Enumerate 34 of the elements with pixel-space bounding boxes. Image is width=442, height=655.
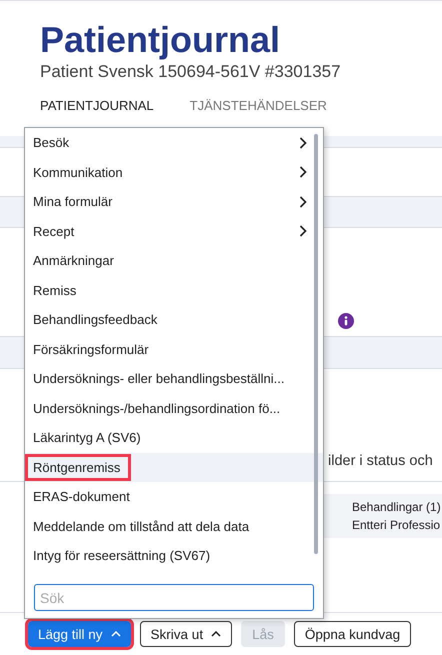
tab[interactable]: TJÄNSTEHÄNDELSER bbox=[190, 98, 327, 113]
menu-item[interactable]: Meddelande om tillstånd att dela data bbox=[25, 512, 323, 541]
menu-item[interactable]: Anmärkningar bbox=[25, 246, 323, 276]
menu-item[interactable]: Kommunikation bbox=[25, 158, 323, 187]
menu-item[interactable]: Mina formulär bbox=[25, 187, 323, 216]
menu-item[interactable]: Intyg för reseersättning (SV67) bbox=[25, 541, 323, 570]
summary-text: Entteri Professio bbox=[352, 518, 442, 532]
menu-item[interactable]: Recept bbox=[25, 216, 323, 246]
menu-item[interactable]: Röntgenremiss bbox=[25, 452, 323, 482]
menu-item[interactable]: Läkarintyg A (SV6) bbox=[25, 423, 323, 452]
scrollbar[interactable] bbox=[314, 134, 318, 554]
chevron-right-icon bbox=[299, 166, 307, 178]
caret-icon bbox=[211, 631, 222, 637]
menu-item[interactable]: Försäkringsformulär bbox=[25, 334, 323, 364]
footer-button[interactable]: Lägg till ny bbox=[28, 621, 131, 647]
menu-item[interactable]: Besök bbox=[25, 128, 323, 158]
menu-item[interactable]: Behandlingsfeedback bbox=[25, 305, 323, 334]
section-text: ilder i status och bbox=[328, 453, 433, 469]
caret-icon bbox=[110, 631, 121, 637]
tab[interactable]: PATIENTJOURNAL bbox=[40, 98, 154, 113]
menu-item[interactable]: Undersöknings- eller behandlingsbeställni... bbox=[25, 364, 323, 394]
chevron-right-icon bbox=[299, 196, 307, 208]
summary-text: Behandlingar (1) bbox=[352, 500, 442, 514]
menu-item[interactable]: Undersöknings-/behandlingsordination fö... bbox=[25, 394, 323, 423]
footer-button[interactable]: Öppna kundvag bbox=[294, 621, 412, 647]
chevron-right-icon bbox=[299, 136, 307, 149]
footer-button[interactable]: Skriva ut bbox=[140, 621, 232, 647]
info-icon[interactable] bbox=[338, 313, 354, 329]
menu-item[interactable]: ERAS-dokument bbox=[25, 482, 323, 512]
chevron-right-icon bbox=[299, 225, 307, 238]
search-field[interactable]: Sök bbox=[34, 584, 314, 611]
menu-item[interactable]: Remiss bbox=[25, 276, 323, 305]
page-title: Patientjournal bbox=[40, 19, 282, 61]
patient-info: Patient Svensk 150694-561V #3301357 bbox=[40, 62, 342, 82]
